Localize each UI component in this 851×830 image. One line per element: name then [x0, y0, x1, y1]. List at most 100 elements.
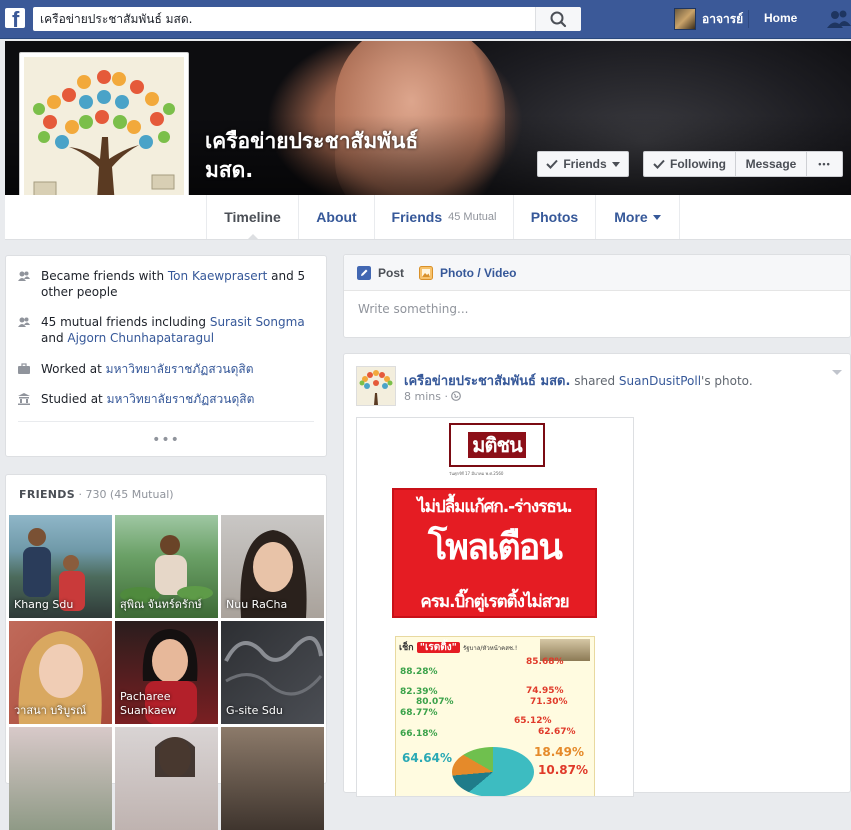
stat-right-2: 74.95% [526, 686, 564, 696]
search-box [33, 7, 581, 31]
stat-left-4: 68.77% [400, 708, 438, 718]
friend-name: G-site Sdu [226, 704, 283, 717]
active-tab-indicator [246, 234, 259, 240]
infographic-title: เช็ก "เรตติ้ง" รัฐบาล/หัวหน้าคสช.! [399, 640, 517, 655]
tab-photos-label: Photos [530, 209, 579, 225]
divider [18, 421, 314, 422]
workplace-link[interactable]: มหาวิทยาลัยราชภัฏสวนดุสิต [106, 362, 254, 376]
composer-tabs: Post Photo / Video [344, 255, 850, 291]
friend-name: Khang Sdu [14, 598, 74, 611]
composer-input[interactable] [356, 301, 840, 317]
headline-line-3: ครม.บิ๊กตู่เรตติ้งไม่สวย [420, 592, 569, 612]
tab-friends[interactable]: Friends 45 Mutual [374, 195, 513, 239]
page-title[interactable]: เครือข่ายประชาสัมพันธ์ มสด. [205, 127, 505, 185]
intro-mutual-friends: 45 mutual friends including Surasit Song… [18, 314, 318, 346]
composer-tab-photo-video[interactable]: Photo / Video [419, 255, 516, 290]
tab-more-label: More [614, 209, 648, 225]
intro-text: and [41, 331, 68, 345]
post-author-avatar[interactable] [356, 366, 396, 406]
composer-tab-post-label: Post [378, 265, 405, 280]
composer-tab-photo-video-label: Photo / Video [440, 265, 517, 280]
intro-text: Worked at [41, 362, 106, 376]
intro-text: 45 mutual friends including [41, 315, 210, 329]
message-button-label: Message [745, 157, 797, 171]
search-input[interactable] [33, 7, 533, 31]
profile-image-tree [24, 57, 184, 217]
post-source-link[interactable]: SuanDusitPoll [619, 374, 701, 388]
friend-requests-icon[interactable] [826, 8, 851, 30]
user-profile-link[interactable]: อาจารย์ [674, 8, 743, 30]
headline-line-1: ไม่ปลื้มแก้ศก.-ร่างรธน. [417, 497, 573, 517]
search-button[interactable] [535, 7, 581, 31]
stat-left-1: 88.28% [400, 667, 438, 677]
search-icon [550, 11, 567, 28]
friend-tile[interactable]: Pacharee Suankaew [115, 621, 218, 724]
friends-icon [18, 271, 30, 281]
more-options-button[interactable]: ••• [806, 151, 843, 177]
divider [748, 10, 749, 28]
following-button[interactable]: Following [643, 151, 736, 177]
post-image[interactable]: มติชน วันศุกร์ที่ 17 มีนาคม พ.ศ.2560 ไม่… [356, 417, 634, 797]
tab-about-label: About [316, 209, 357, 225]
friend-tile[interactable]: Khang Sdu [9, 515, 112, 618]
newspaper-dateline: วันศุกร์ที่ 17 มีนาคม พ.ศ.2560 [449, 471, 504, 476]
post-author-link[interactable]: เครือข่ายประชาสัมพันธ์ มสด. [404, 374, 570, 389]
friends-header: Friends · 730 (45 Mutual) [19, 488, 174, 501]
pencil-icon [357, 265, 371, 280]
post-time-text[interactable]: 8 mins · [404, 390, 451, 403]
infographic-rating-label: "เรตติ้ง" [416, 642, 460, 653]
stat-right-5: 62.67% [538, 727, 576, 737]
intro-text: Studied at [41, 392, 107, 406]
timeline-navigation: Timeline About Friends 45 Mutual Photos … [5, 195, 851, 240]
stat-left-3: 80.07% [416, 697, 454, 707]
friend-link[interactable]: Surasit Songma [210, 315, 305, 329]
school-link[interactable]: มหาวิทยาลัยราชภัฏสวนดุสิต [107, 392, 255, 406]
big-stat-right-1: 18.49% [534, 745, 584, 759]
friend-name: วาสนา บริบูรณ์ [14, 704, 87, 717]
friends-title[interactable]: Friends [19, 488, 75, 501]
friend-tile[interactable]: วาสนา บริบูรณ์ [9, 621, 112, 724]
ellipsis-icon: ••• [818, 159, 831, 169]
chevron-down-icon [652, 214, 661, 220]
masthead-text: มติชน [468, 432, 526, 458]
infographic: เช็ก "เรตติ้ง" รัฐบาล/หัวหน้าคสช.! 88.28… [395, 636, 595, 796]
post-options-chevron-icon[interactable] [832, 370, 842, 375]
friend-name: Nuu RaCha [226, 598, 288, 611]
tab-friends-label: Friends [391, 209, 443, 225]
headline-line-2: โพลเตือน [427, 527, 563, 568]
intro-became-friends: Became friends with Ton Kaewprasert and … [18, 268, 318, 300]
user-name: อาจารย์ [702, 11, 744, 26]
tab-about[interactable]: About [298, 195, 374, 239]
friend-link[interactable]: Ajgorn Chunhapataragul [67, 331, 214, 345]
friend-tile[interactable]: Nuu RaCha [221, 515, 324, 618]
friend-link[interactable]: Ton Kaewprasert [168, 269, 267, 283]
message-button[interactable]: Message [735, 151, 807, 177]
intro-card: Became friends with Ton Kaewprasert and … [5, 255, 327, 457]
tab-more[interactable]: More [595, 195, 680, 239]
intro-text: Became friends with [41, 269, 168, 283]
friend-tile[interactable]: สุพิณ จันทร์ดรักษ์ [115, 515, 218, 618]
stat-right-1: 85.68% [526, 657, 564, 667]
composer-tab-post[interactable]: Post [357, 255, 404, 290]
friend-name: สุพิณ จันทร์ดรักษ์ [120, 598, 202, 611]
post-suffix-text: 's photo. [701, 374, 753, 388]
stat-left-5: 66.18% [400, 729, 438, 739]
see-more-button[interactable]: ••• [6, 432, 326, 448]
home-link[interactable]: Home [764, 11, 797, 25]
tree-of-people-image [24, 57, 184, 217]
friends-card: Friends · 730 (45 Mutual) Khang Sdu สุพิ… [5, 474, 327, 830]
intro-studied-at: Studied at มหาวิทยาลัยราชภัฏสวนดุสิต [18, 391, 318, 407]
facebook-logo-icon[interactable]: f [5, 8, 25, 28]
friend-tile[interactable]: G-site Sdu [221, 621, 324, 724]
friends-button[interactable]: Friends [537, 151, 629, 177]
tab-photos[interactable]: Photos [513, 195, 595, 239]
infographic-subtitle: รัฐบาล/หัวหน้าคสช.! [463, 645, 518, 652]
briefcase-icon [18, 363, 30, 374]
feed-post: เครือข่ายประชาสัมพันธ์ มสด. shared SuanD… [343, 353, 851, 797]
post-header: เครือข่ายประชาสัมพันธ์ มสด. shared SuanD… [404, 370, 824, 391]
tab-timeline[interactable]: Timeline [206, 195, 298, 240]
tab-timeline-label: Timeline [224, 209, 281, 225]
tab-friends-count: 45 Mutual [448, 211, 497, 223]
post-action-text: shared [570, 374, 619, 388]
photo-icon [419, 265, 433, 280]
